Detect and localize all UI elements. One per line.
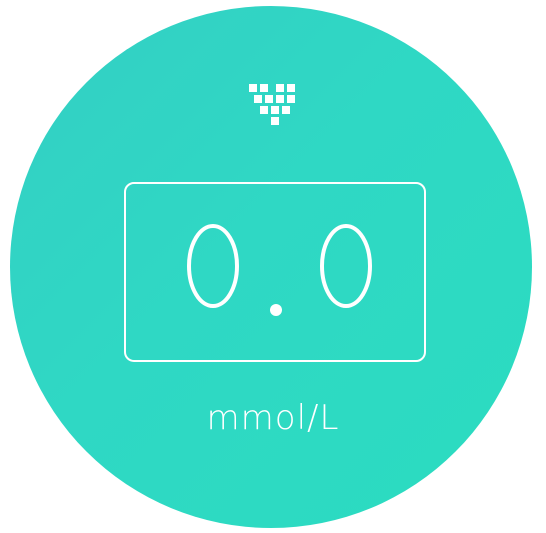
digit-zero-left (187, 224, 239, 308)
dot-matrix-heart-icon (249, 84, 295, 125)
glucose-meter-screen: 0.0 mmol/L (0, 0, 546, 533)
unit-label: mmol/L (206, 398, 340, 438)
glucose-reading-digits (187, 224, 372, 316)
reading-display: 0.0 (124, 182, 426, 362)
decimal-point (270, 304, 282, 316)
digit-zero-right (320, 224, 372, 308)
